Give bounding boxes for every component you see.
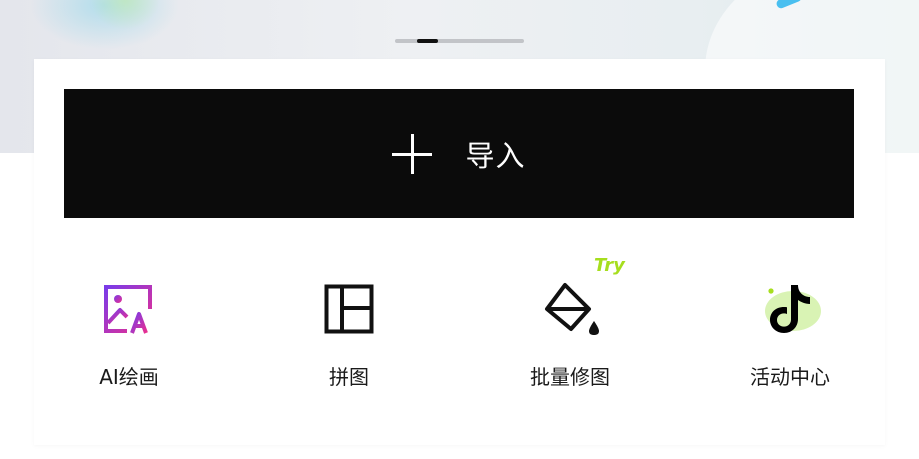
tool-batch-retouch[interactable]: 批量修图	[490, 269, 650, 389]
try-badge: Try	[594, 255, 625, 276]
tool-collage[interactable]: 拼图	[269, 269, 429, 389]
tool-label: AI绘画	[99, 365, 159, 389]
tool-label: 批量修图	[530, 365, 610, 389]
import-button[interactable]: 导入	[64, 89, 854, 218]
plus-icon	[392, 133, 433, 174]
main-card: 导入 AI绘画 拼图 批量修图 Try 活动中心	[34, 59, 885, 445]
tiktok-logo-icon	[765, 285, 821, 333]
tool-label: 活动中心	[750, 365, 830, 389]
import-label: 导入	[465, 138, 526, 173]
ai-image-icon	[104, 285, 155, 334]
banner-pager-indicator[interactable]	[395, 39, 524, 43]
collage-grid-icon	[324, 284, 374, 334]
banner-pager-active	[417, 39, 438, 43]
tool-ai-drawing[interactable]: AI绘画	[49, 269, 209, 389]
tool-activity-center[interactable]: 活动中心	[710, 269, 870, 389]
tool-label: 拼图	[329, 365, 369, 389]
paint-bucket-icon	[545, 283, 599, 335]
